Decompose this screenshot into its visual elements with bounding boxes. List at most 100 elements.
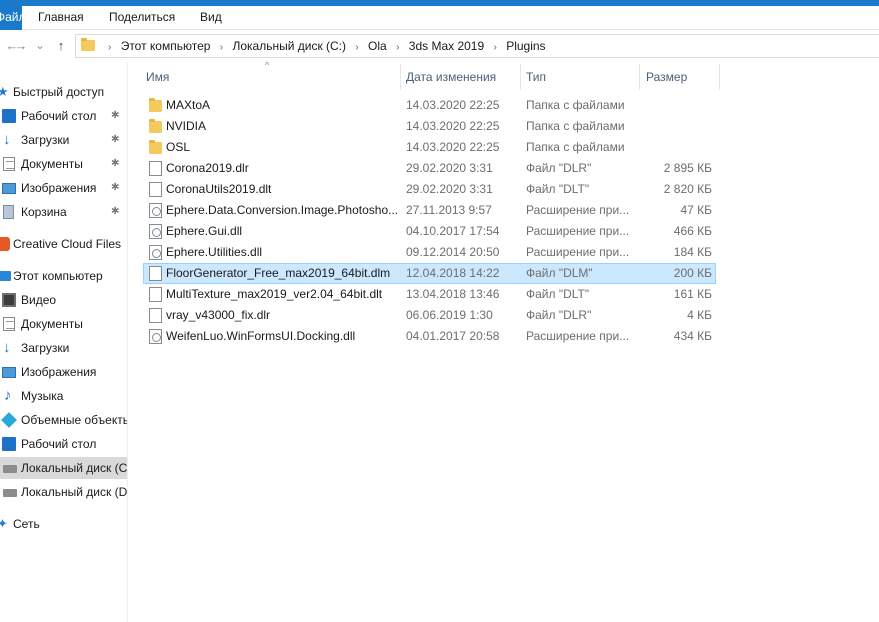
file-row-floorgenerator-selected[interactable]: FloorGenerator_Free_max2019_64bit.dlm 12… bbox=[143, 263, 716, 284]
star-icon: ★ bbox=[0, 85, 11, 99]
file-type: Расширение при... bbox=[526, 329, 630, 343]
column-divider[interactable] bbox=[400, 64, 401, 90]
sidebar-item-label: Видео bbox=[21, 293, 57, 307]
sidebar-item-label: Загрузки bbox=[21, 133, 70, 147]
sidebar-item-downloads[interactable]: ↓ Загрузки bbox=[0, 337, 127, 359]
desktop-icon bbox=[2, 109, 16, 123]
sidebar-item-local-disk-c[interactable]: Локальный диск (C:) bbox=[0, 457, 127, 479]
file-name: Corona2019.dlr bbox=[166, 161, 249, 175]
sidebar-item-this-pc[interactable]: Этот компьютер bbox=[0, 265, 127, 287]
breadcrumb-separator-icon: › bbox=[219, 42, 224, 53]
sidebar-item-label: Загрузки bbox=[21, 341, 70, 355]
forward-arrow-icon[interactable]: → bbox=[13, 37, 29, 55]
sidebar-item-label: Музыка bbox=[21, 389, 64, 403]
download-icon: ↓ bbox=[3, 339, 11, 356]
up-arrow-icon[interactable]: ↑ bbox=[53, 37, 69, 55]
column-divider[interactable] bbox=[719, 64, 720, 90]
file-name: Ephere.Gui.dll bbox=[166, 224, 243, 238]
tab-home[interactable]: Главная bbox=[38, 6, 84, 30]
file-date: 14.03.2020 22:25 bbox=[406, 119, 500, 133]
file-date: 12.04.2018 14:22 bbox=[406, 266, 500, 280]
pin-icon: ✱ bbox=[111, 206, 120, 217]
sidebar-item-documents[interactable]: Документы bbox=[0, 313, 127, 335]
sidebar-item-local-disk-d[interactable]: Локальный диск (D:) bbox=[0, 481, 128, 503]
file-type: Расширение при... bbox=[526, 203, 630, 217]
tab-share[interactable]: Поделиться bbox=[109, 6, 175, 30]
sidebar-item-creative-cloud[interactable]: Creative Cloud Files bbox=[0, 233, 127, 255]
column-header-name[interactable]: Имя bbox=[146, 64, 398, 90]
file-date: 13.04.2018 13:46 bbox=[406, 287, 500, 301]
sidebar-item-desktop-pinned[interactable]: Рабочий стол ✱ bbox=[0, 105, 127, 127]
file-name: Ephere.Data.Conversion.Image.Photosho... bbox=[166, 203, 399, 217]
sidebar-item-music[interactable]: ♪ Музыка bbox=[0, 385, 127, 407]
file-size: 2 895 КБ bbox=[663, 161, 712, 175]
file-name: FloorGenerator_Free_max2019_64bit.dlm bbox=[166, 266, 391, 280]
tab-file[interactable]: Файл bbox=[0, 6, 22, 30]
column-header-size[interactable]: Размер bbox=[646, 64, 718, 90]
file-name: NVIDIA bbox=[166, 119, 207, 133]
file-row-corona2019-dlr[interactable]: Corona2019.dlr 29.02.2020 3:31 Файл "DLR… bbox=[143, 158, 716, 179]
sidebar-item-downloads-pinned[interactable]: ↓ Загрузки ✱ bbox=[0, 129, 127, 151]
file-row-maxtoa[interactable]: MAXtoA 14.03.2020 22:25 Папка с файлами bbox=[143, 95, 716, 116]
file-row-ephere-data-conversion[interactable]: Ephere.Data.Conversion.Image.Photosho...… bbox=[143, 200, 716, 221]
sidebar-item-3d-objects[interactable]: Объемные объекты bbox=[0, 409, 127, 431]
file-row-coronautils2019-dlt[interactable]: CoronaUtils2019.dlt 29.02.2020 3:31 Файл… bbox=[143, 179, 716, 200]
tab-view[interactable]: Вид bbox=[200, 6, 222, 30]
breadcrumb-3ds-max-2019[interactable]: 3ds Max 2019 bbox=[409, 39, 484, 53]
sidebar-item-desktop[interactable]: Рабочий стол bbox=[0, 433, 127, 455]
sidebar-item-recycle-bin-pinned[interactable]: Корзина ✱ bbox=[0, 201, 127, 223]
navigation-pane: ★ Быстрый доступ Рабочий стол ✱ ↓ Загруз… bbox=[0, 62, 128, 622]
sidebar-item-quick-access[interactable]: ★ Быстрый доступ bbox=[0, 81, 127, 103]
sidebar-item-pictures-pinned[interactable]: Изображения ✱ bbox=[0, 177, 127, 199]
file-type: Папка с файлами bbox=[526, 140, 625, 154]
file-name: CoronaUtils2019.dlt bbox=[166, 182, 272, 196]
recent-locations-chevron-icon[interactable]: ⌄ bbox=[33, 37, 47, 55]
sidebar-item-label: Локальный диск (D:) bbox=[21, 485, 128, 499]
breadcrumb-this-pc[interactable]: Этот компьютер bbox=[121, 39, 211, 53]
file-row-ephere-gui-dll[interactable]: Ephere.Gui.dll 04.10.2017 17:54 Расширен… bbox=[143, 221, 716, 242]
sidebar-item-videos[interactable]: Видео bbox=[0, 289, 127, 311]
sidebar-item-label: Рабочий стол bbox=[21, 109, 97, 123]
file-date: 06.06.2019 1:30 bbox=[406, 308, 493, 322]
file-row-vray-fix-dlr[interactable]: vray_v43000_fix.dlr 06.06.2019 1:30 Файл… bbox=[143, 305, 716, 326]
file-date: 14.03.2020 22:25 bbox=[406, 140, 500, 154]
documents-icon bbox=[3, 317, 15, 331]
column-header-type[interactable]: Тип bbox=[526, 64, 636, 90]
sidebar-item-network[interactable]: ✦ Сеть bbox=[0, 513, 127, 535]
video-icon bbox=[2, 293, 16, 307]
tab-file-label: Файл bbox=[0, 10, 22, 24]
sidebar-item-documents-pinned[interactable]: Документы ✱ bbox=[0, 153, 127, 175]
drive-icon bbox=[3, 489, 17, 497]
file-size: 184 КБ bbox=[673, 245, 712, 259]
file-name: MultiTexture_max2019_ver2.04_64bit.dlt bbox=[166, 287, 383, 301]
download-icon: ↓ bbox=[3, 131, 11, 148]
sidebar-item-label: Документы bbox=[21, 317, 83, 331]
sidebar-item-pictures[interactable]: Изображения bbox=[0, 361, 127, 383]
recycle-bin-icon bbox=[3, 205, 14, 219]
pin-icon: ✱ bbox=[111, 110, 120, 121]
file-icon bbox=[149, 266, 162, 281]
pin-icon: ✱ bbox=[111, 158, 120, 169]
column-header-date[interactable]: Дата изменения bbox=[406, 64, 518, 90]
file-row-ephere-utilities-dll[interactable]: Ephere.Utilities.dll 09.12.2014 20:50 Ра… bbox=[143, 242, 716, 263]
sidebar-item-label: Быстрый доступ bbox=[13, 85, 105, 99]
ribbon-tabs: Файл Главная Поделиться Вид bbox=[0, 6, 879, 30]
breadcrumb-ola[interactable]: Ola bbox=[368, 39, 387, 53]
address-bar[interactable]: › Этот компьютер › Локальный диск (C:) ›… bbox=[75, 34, 879, 58]
file-row-nvidia[interactable]: NVIDIA 14.03.2020 22:25 Папка с файлами bbox=[143, 116, 716, 137]
breadcrumb-local-disk-c[interactable]: Локальный диск (C:) bbox=[232, 39, 346, 53]
column-divider[interactable] bbox=[520, 64, 521, 90]
file-row-osl[interactable]: OSL 14.03.2020 22:25 Папка с файлами bbox=[143, 137, 716, 158]
sidebar-item-label: Сеть bbox=[13, 517, 40, 531]
file-size: 161 КБ bbox=[673, 287, 712, 301]
column-divider[interactable] bbox=[639, 64, 640, 90]
breadcrumb-plugins[interactable]: Plugins bbox=[506, 39, 545, 53]
computer-icon bbox=[0, 271, 11, 281]
sidebar-item-label: Изображения bbox=[21, 181, 97, 195]
desktop-icon bbox=[2, 437, 16, 451]
file-row-multitexture-dlt[interactable]: MultiTexture_max2019_ver2.04_64bit.dlt 1… bbox=[143, 284, 716, 305]
file-icon bbox=[149, 287, 162, 302]
sidebar-item-label: Этот компьютер bbox=[13, 269, 103, 283]
file-name: WeifenLuo.WinFormsUI.Docking.dll bbox=[166, 329, 356, 343]
file-row-weifenluo-docking-dll[interactable]: WeifenLuo.WinFormsUI.Docking.dll 04.01.2… bbox=[143, 326, 716, 347]
